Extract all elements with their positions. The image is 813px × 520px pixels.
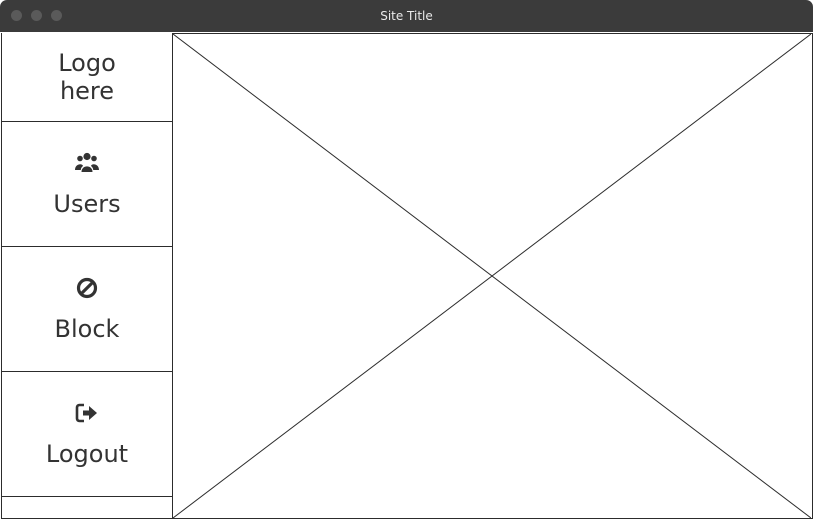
logo-text: Logo here — [58, 49, 116, 105]
sidebar-item-label: Users — [53, 190, 121, 218]
sidebar-item-label: Block — [54, 315, 120, 343]
logo: Logo here — [2, 33, 172, 122]
sidebar-item-block[interactable]: Block — [2, 247, 172, 372]
title-bar: Site Title — [0, 0, 813, 32]
sidebar-empty-section — [2, 497, 172, 518]
sidebar-item-logout[interactable]: Logout — [2, 372, 172, 497]
block-icon — [76, 277, 98, 299]
sidebar-item-label: Logout — [45, 440, 129, 468]
logout-icon — [75, 403, 97, 423]
main-content-placeholder — [173, 33, 813, 519]
window-title: Site Title — [380, 9, 433, 23]
sidebar: Logo here Users Block Logout — [1, 33, 173, 519]
users-icon — [75, 152, 99, 172]
app-window: Site Title Logo here Users Block Logout — [0, 0, 813, 520]
image-placeholder-icon — [173, 34, 811, 518]
sidebar-item-users[interactable]: Users — [2, 122, 172, 247]
